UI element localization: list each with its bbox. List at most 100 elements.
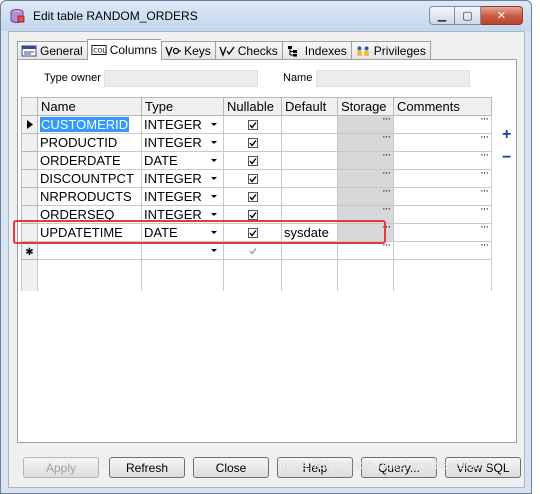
table-row[interactable]: ORDERSEQ INTEGER ··· ··· [21,205,492,224]
cell-default[interactable] [281,241,338,260]
comments-ellipsis-button[interactable]: ··· [480,207,489,216]
chevron-down-icon[interactable] [211,195,217,198]
cell-storage[interactable]: ··· [337,223,394,242]
header-comments[interactable]: Comments [393,97,492,116]
cell-type[interactable]: INTEGER [141,205,224,224]
storage-ellipsis-button[interactable]: ··· [382,135,391,144]
cell-name[interactable] [37,241,142,260]
query-button[interactable]: Query... [361,457,437,478]
cell-nullable[interactable] [223,187,282,206]
nullable-checkbox[interactable] [247,191,258,202]
row-indicator[interactable] [21,151,38,170]
cell-default[interactable] [281,169,338,188]
cell-type[interactable]: INTEGER [141,169,224,188]
nullable-checkbox[interactable] [247,155,258,166]
storage-ellipsis-button[interactable]: ··· [382,117,391,126]
cell-nullable[interactable] [223,241,282,260]
cell-nullable[interactable] [223,115,282,134]
chevron-down-icon[interactable] [211,213,217,216]
comments-ellipsis-button[interactable]: ··· [480,189,489,198]
nullable-checkbox[interactable] [247,173,258,184]
chevron-down-icon[interactable] [211,123,217,126]
storage-ellipsis-button[interactable]: ··· [382,243,391,252]
cell-name[interactable]: ORDERDATE [37,151,142,170]
cell-type[interactable]: INTEGER [141,115,224,134]
cell-default[interactable]: sysdate [281,223,338,242]
header-storage[interactable]: Storage [337,97,394,116]
storage-ellipsis-button[interactable]: ··· [382,171,391,180]
cell-storage[interactable]: ··· [337,241,394,260]
table-row[interactable]: ORDERDATE DATE ··· ··· [21,151,492,170]
close-window-button[interactable]: ✕ [481,6,523,25]
chevron-down-icon[interactable] [211,141,217,144]
cell-name[interactable]: UPDATETIME [37,223,142,242]
chevron-down-icon[interactable] [211,159,217,162]
cell-storage[interactable]: ··· [337,187,394,206]
storage-ellipsis-button[interactable]: ··· [382,153,391,162]
type-owner-field[interactable] [104,70,258,87]
maximize-button[interactable]: ▢ [455,6,481,25]
chevron-down-icon[interactable] [211,249,217,252]
minimize-button[interactable]: ▁ [429,6,455,25]
row-indicator[interactable] [21,187,38,206]
comments-ellipsis-button[interactable]: ··· [480,171,489,180]
cell-default[interactable] [281,205,338,224]
close-button[interactable]: Close [193,457,269,478]
cell-storage[interactable]: ··· [337,115,394,134]
cell-name[interactable]: ORDERSEQ [37,205,142,224]
cell-type[interactable]: INTEGER [141,187,224,206]
header-default[interactable]: Default [281,97,338,116]
tab-columns[interactable]: COL Columns [86,39,162,60]
cell-default[interactable] [281,151,338,170]
cell-name[interactable]: DISCOUNTPCT [37,169,142,188]
header-nullable[interactable]: Nullable [223,97,282,116]
chevron-down-icon[interactable] [211,177,217,180]
table-row[interactable]: DISCOUNTPCT INTEGER ··· ··· [21,169,492,188]
cell-default[interactable] [281,115,338,134]
title-bar[interactable]: Edit table RANDOM_ORDERS ▁ ▢ ✕ [1,1,531,31]
refresh-button[interactable]: Refresh [109,457,185,478]
header-name[interactable]: Name [37,97,142,116]
cell-type[interactable] [141,241,224,260]
new-row[interactable]: ✱ ··· ··· [21,241,492,260]
cell-nullable[interactable] [223,151,282,170]
comments-ellipsis-button[interactable]: ··· [480,243,489,252]
table-row[interactable]: PRODUCTID INTEGER ··· ··· [21,133,492,152]
comments-ellipsis-button[interactable]: ··· [480,117,489,126]
cell-comments[interactable]: ··· [393,223,492,242]
storage-ellipsis-button[interactable]: ··· [382,207,391,216]
row-indicator[interactable] [21,133,38,152]
nullable-checkbox[interactable] [247,209,258,220]
help-button[interactable]: Help [277,457,353,478]
tab-general[interactable]: General [17,41,87,60]
name-field[interactable] [316,70,470,87]
storage-ellipsis-button[interactable]: ··· [382,225,391,234]
cell-comments[interactable]: ··· [393,115,492,134]
cell-storage[interactable]: ··· [337,133,394,152]
cell-storage[interactable]: ··· [337,169,394,188]
remove-column-button[interactable]: − [502,150,511,166]
cell-default[interactable] [281,133,338,152]
cell-name[interactable]: NRPRODUCTS [37,187,142,206]
comments-ellipsis-button[interactable]: ··· [480,135,489,144]
cell-name[interactable]: PRODUCTID [37,133,142,152]
cell-comments[interactable]: ··· [393,187,492,206]
view-sql-button[interactable]: View SQL [445,457,521,478]
comments-ellipsis-button[interactable]: ··· [480,153,489,162]
tab-privileges[interactable]: Privileges [350,41,431,60]
table-row[interactable]: UPDATETIME DATE sysdate ··· ··· [21,223,492,242]
cell-name[interactable]: CUSTOMERID [37,115,142,134]
comments-ellipsis-button[interactable]: ··· [480,225,489,234]
nullable-checkbox[interactable] [247,119,258,130]
cell-comments[interactable]: ··· [393,241,492,260]
row-indicator[interactable] [21,115,38,134]
nullable-checkbox[interactable] [247,137,258,148]
cell-type[interactable]: INTEGER [141,133,224,152]
header-type[interactable]: Type [141,97,224,116]
nullable-checkbox[interactable] [248,246,258,256]
cell-storage[interactable]: ··· [337,205,394,224]
chevron-down-icon[interactable] [211,231,217,234]
new-row-indicator[interactable]: ✱ [21,241,38,260]
storage-ellipsis-button[interactable]: ··· [382,189,391,198]
table-row[interactable]: CUSTOMERID INTEGER ··· ··· [21,115,492,134]
